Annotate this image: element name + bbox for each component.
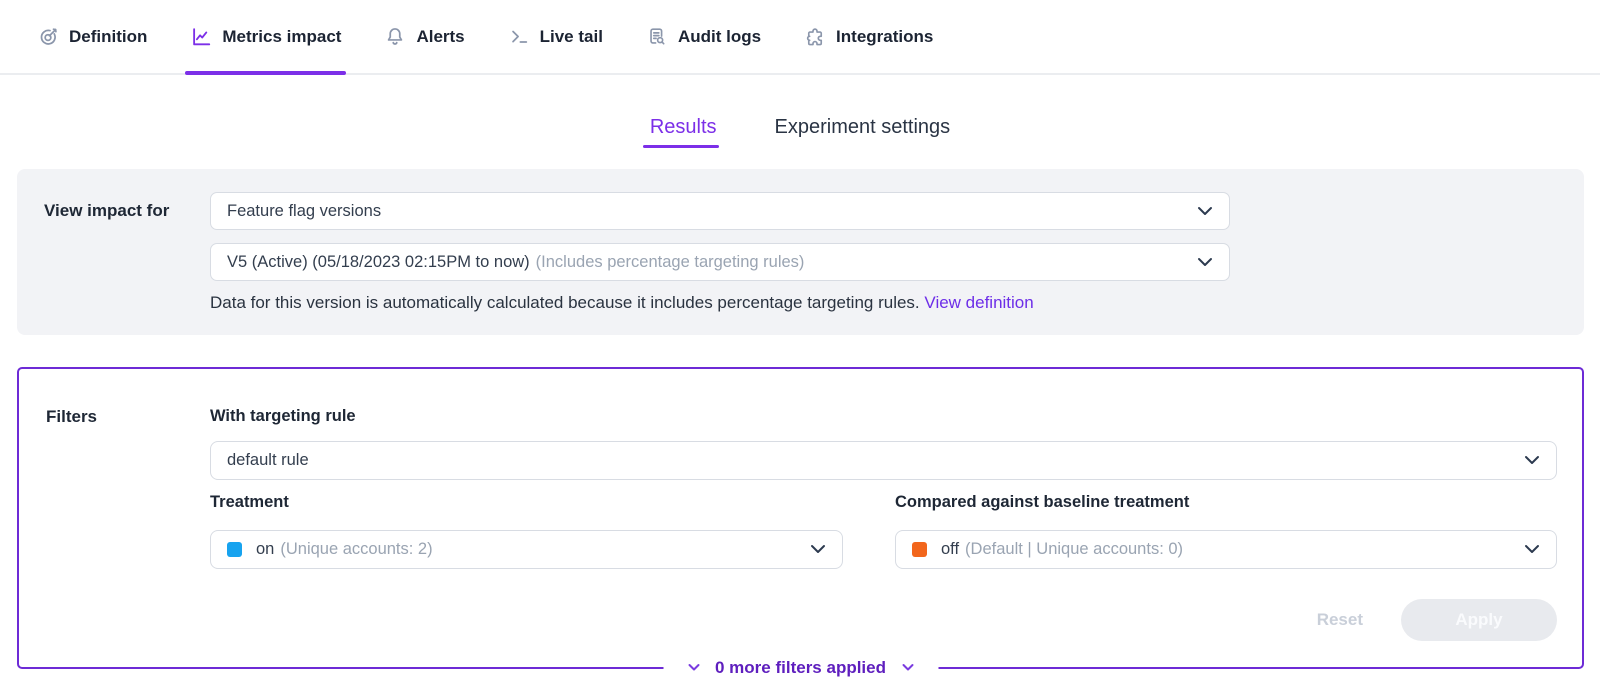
view-impact-panel: View impact for Feature flag versions V5… bbox=[17, 169, 1584, 335]
subtab-results[interactable]: Results bbox=[650, 116, 717, 148]
filters-panel: Filters With targeting rule default rule… bbox=[17, 367, 1584, 669]
tab-integrations[interactable]: Integrations bbox=[804, 0, 933, 73]
bell-icon bbox=[384, 26, 406, 48]
subtab-experiment-settings[interactable]: Experiment settings bbox=[775, 116, 951, 148]
chevron-down-icon bbox=[1197, 202, 1213, 221]
top-nav: Definition Metrics impact Alerts Live ta… bbox=[0, 0, 1600, 75]
impact-version-dropdown[interactable]: V5 (Active) (05/18/2023 02:15PM to now) … bbox=[210, 243, 1230, 281]
impact-version-note: (Includes percentage targeting rules) bbox=[536, 253, 805, 272]
view-impact-label: View impact for bbox=[44, 192, 210, 335]
filters-label: Filters bbox=[46, 407, 210, 667]
targeting-rule-value: default rule bbox=[227, 451, 309, 470]
tab-metrics-impact[interactable]: Metrics impact bbox=[190, 0, 341, 73]
view-definition-link[interactable]: View definition bbox=[924, 293, 1033, 312]
baseline-color-swatch bbox=[912, 542, 927, 557]
chevron-down-icon bbox=[687, 659, 700, 677]
tab-alerts[interactable]: Alerts bbox=[384, 0, 464, 73]
targeting-rule-dropdown[interactable]: default rule bbox=[210, 441, 1557, 480]
definition-icon bbox=[37, 26, 59, 48]
reset-button[interactable]: Reset bbox=[1317, 610, 1363, 630]
more-filters-label: 0 more filters applied bbox=[715, 658, 886, 678]
baseline-value: off bbox=[941, 540, 959, 559]
impact-version-value: V5 (Active) (05/18/2023 02:15PM to now) bbox=[227, 253, 530, 272]
chevron-down-icon bbox=[1524, 540, 1540, 559]
tab-label: Definition bbox=[69, 27, 147, 47]
baseline-meta: (Default | Unique accounts: 0) bbox=[965, 540, 1183, 559]
terminal-icon bbox=[508, 26, 530, 48]
audit-logs-icon bbox=[646, 26, 668, 48]
baseline-dropdown[interactable]: off (Default | Unique accounts: 0) bbox=[895, 530, 1557, 569]
tab-label: Alerts bbox=[416, 27, 464, 47]
impact-type-value: Feature flag versions bbox=[227, 202, 381, 221]
chevron-down-icon bbox=[810, 540, 826, 559]
tab-label: Integrations bbox=[836, 27, 933, 47]
chevron-down-icon bbox=[1524, 451, 1540, 470]
chevron-down-icon bbox=[901, 659, 914, 677]
tab-label: Metrics impact bbox=[222, 27, 341, 47]
tab-audit-logs[interactable]: Audit logs bbox=[646, 0, 761, 73]
apply-button[interactable]: Apply bbox=[1401, 599, 1557, 641]
targeting-rule-label: With targeting rule bbox=[210, 407, 1557, 426]
treatment-dropdown[interactable]: on (Unique accounts: 2) bbox=[210, 530, 843, 569]
treatment-color-swatch bbox=[227, 542, 242, 557]
tab-live-tail[interactable]: Live tail bbox=[508, 0, 603, 73]
impact-type-dropdown[interactable]: Feature flag versions bbox=[210, 192, 1230, 230]
puzzle-icon bbox=[804, 26, 826, 48]
treatment-label: Treatment bbox=[210, 493, 843, 512]
more-filters-toggle[interactable]: 0 more filters applied bbox=[663, 653, 938, 683]
treatment-meta: (Unique accounts: 2) bbox=[280, 540, 432, 559]
tab-label: Live tail bbox=[540, 27, 603, 47]
metrics-icon bbox=[190, 26, 212, 48]
baseline-label: Compared against baseline treatment bbox=[895, 493, 1557, 512]
chevron-down-icon bbox=[1197, 253, 1213, 272]
tab-definition[interactable]: Definition bbox=[37, 0, 147, 73]
version-helper-text: Data for this version is automatically c… bbox=[210, 292, 1230, 314]
treatment-value: on bbox=[256, 540, 274, 559]
tab-label: Audit logs bbox=[678, 27, 761, 47]
secondary-tabs: Results Experiment settings bbox=[0, 116, 1600, 148]
